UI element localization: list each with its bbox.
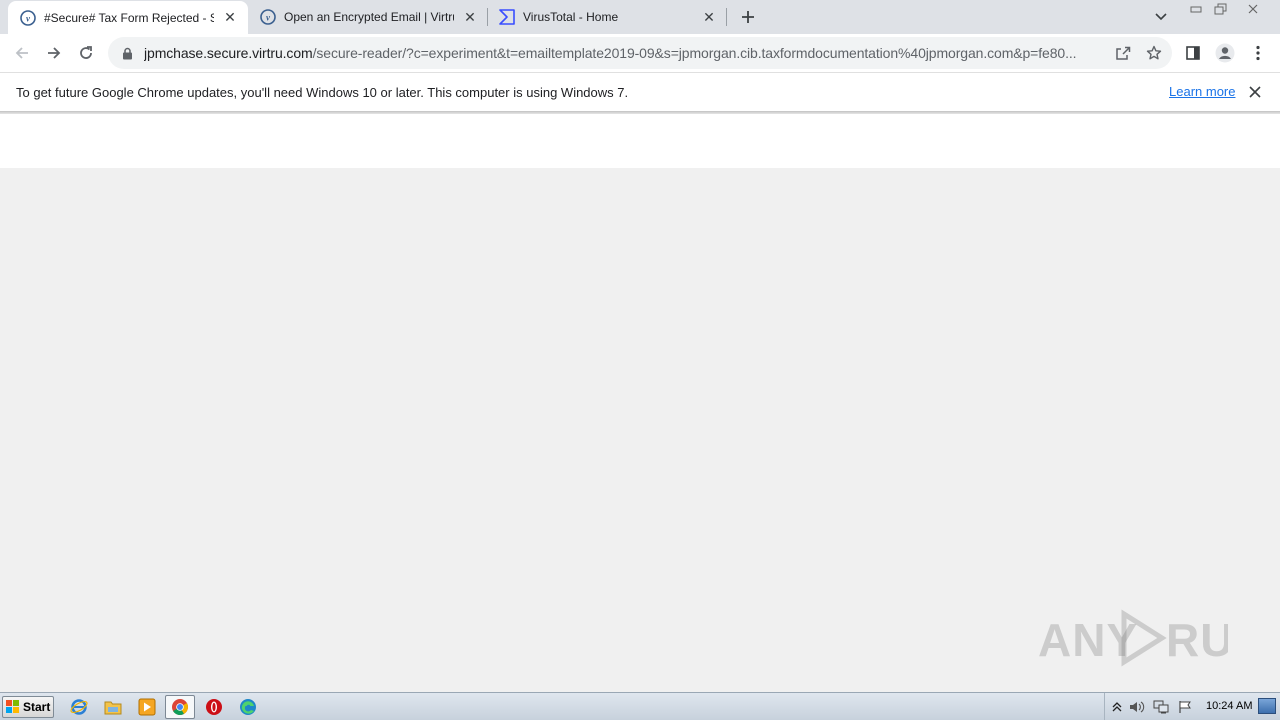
lock-icon[interactable] [120, 46, 134, 60]
chevron-down-icon [1155, 13, 1167, 21]
close-icon [1248, 4, 1258, 14]
system-tray [1104, 693, 1280, 720]
close-tab-icon[interactable]: ✕ [222, 9, 238, 26]
tab-title: Open an Encrypted Email | Virtru [284, 10, 454, 24]
tab-separator [726, 8, 727, 26]
menu-button[interactable] [1243, 38, 1273, 68]
tab-secure-tax-form[interactable]: v #Secure# Tax Form Rejected - Secu ✕ [8, 1, 248, 34]
minimize-button[interactable] [1183, 0, 1209, 18]
virustotal-icon [499, 9, 515, 25]
anyrun-watermark: ANY RUN [1038, 608, 1228, 668]
profile-button[interactable] [1210, 38, 1240, 68]
reload-button[interactable] [71, 38, 101, 68]
address-bar[interactable]: jpmchase.secure.virtru.com/secure-reader… [108, 37, 1172, 69]
svg-text:v: v [26, 13, 31, 23]
tab-title: #Secure# Tax Form Rejected - Secu [44, 10, 214, 25]
action-center-flag-icon[interactable] [1177, 699, 1193, 715]
tab-open-encrypted-email[interactable]: v Open an Encrypted Email | Virtru ✕ [248, 0, 488, 34]
url-path: /secure-reader/?c=experiment&t=emailtemp… [312, 45, 1077, 61]
internet-explorer-icon[interactable] [68, 697, 90, 717]
new-tab-button[interactable] [736, 5, 760, 29]
tab-search-button[interactable] [1150, 7, 1172, 27]
start-button[interactable]: Start [2, 696, 54, 718]
chrome-taskbar-icon[interactable] [165, 695, 195, 719]
arrow-left-icon [15, 47, 28, 59]
close-icon [1249, 86, 1261, 98]
close-tab-icon[interactable]: ✕ [462, 9, 478, 25]
close-window-button[interactable] [1240, 0, 1266, 18]
show-desktop-button[interactable] [1258, 698, 1276, 714]
close-infobar-button[interactable] [1246, 83, 1264, 101]
media-player-icon[interactable] [136, 697, 158, 717]
opera-icon[interactable] [203, 697, 225, 717]
taskbar-clock[interactable]: 10:24 AM [1206, 700, 1252, 712]
side-panel-icon [1186, 46, 1200, 60]
edge-icon[interactable] [237, 697, 259, 717]
windows-logo-icon [6, 700, 20, 714]
virtru-icon: v [260, 9, 276, 25]
browser-toolbar: jpmchase.secure.virtru.com/secure-reader… [0, 34, 1280, 72]
plus-icon [742, 11, 754, 23]
learn-more-link[interactable]: Learn more [1169, 84, 1235, 99]
svg-text:v: v [266, 13, 271, 23]
tab-strip: v #Secure# Tax Form Rejected - Secu ✕ v … [0, 0, 1280, 34]
forward-button[interactable] [39, 38, 69, 68]
bookmark-star-icon[interactable] [1145, 45, 1163, 61]
side-panel-button[interactable] [1178, 38, 1208, 68]
start-label: Start [23, 700, 51, 714]
svg-text:RUN: RUN [1166, 614, 1228, 666]
restore-button[interactable] [1208, 0, 1234, 18]
close-tab-icon[interactable]: ✕ [701, 9, 717, 25]
show-hidden-icons-icon[interactable] [1109, 699, 1125, 715]
minimize-icon [1190, 6, 1202, 13]
back-button[interactable] [7, 38, 37, 68]
reload-icon [80, 46, 92, 59]
url-text[interactable]: jpmchase.secure.virtru.com/secure-reader… [144, 45, 1102, 61]
tab-title: VirusTotal - Home [523, 10, 619, 24]
volume-icon[interactable] [1129, 699, 1145, 715]
restore-icon [1214, 3, 1227, 15]
page-header-area [0, 114, 1280, 168]
windows-taskbar: Start 10:24 AM [0, 692, 1280, 720]
network-icon[interactable] [1153, 699, 1169, 715]
avatar-icon [1215, 43, 1235, 63]
share-icon[interactable] [1114, 45, 1132, 61]
tab-virustotal[interactable]: VirusTotal - Home ✕ [487, 0, 727, 34]
update-infobar: To get future Google Chrome updates, you… [0, 72, 1280, 112]
arrow-right-icon [48, 47, 61, 59]
url-host: jpmchase.secure.virtru.com [144, 45, 313, 61]
kebab-menu-icon [1256, 45, 1260, 61]
infobar-message: To get future Google Chrome updates, you… [16, 84, 629, 100]
file-explorer-icon[interactable] [102, 697, 124, 717]
virtru-icon: v [20, 9, 36, 26]
